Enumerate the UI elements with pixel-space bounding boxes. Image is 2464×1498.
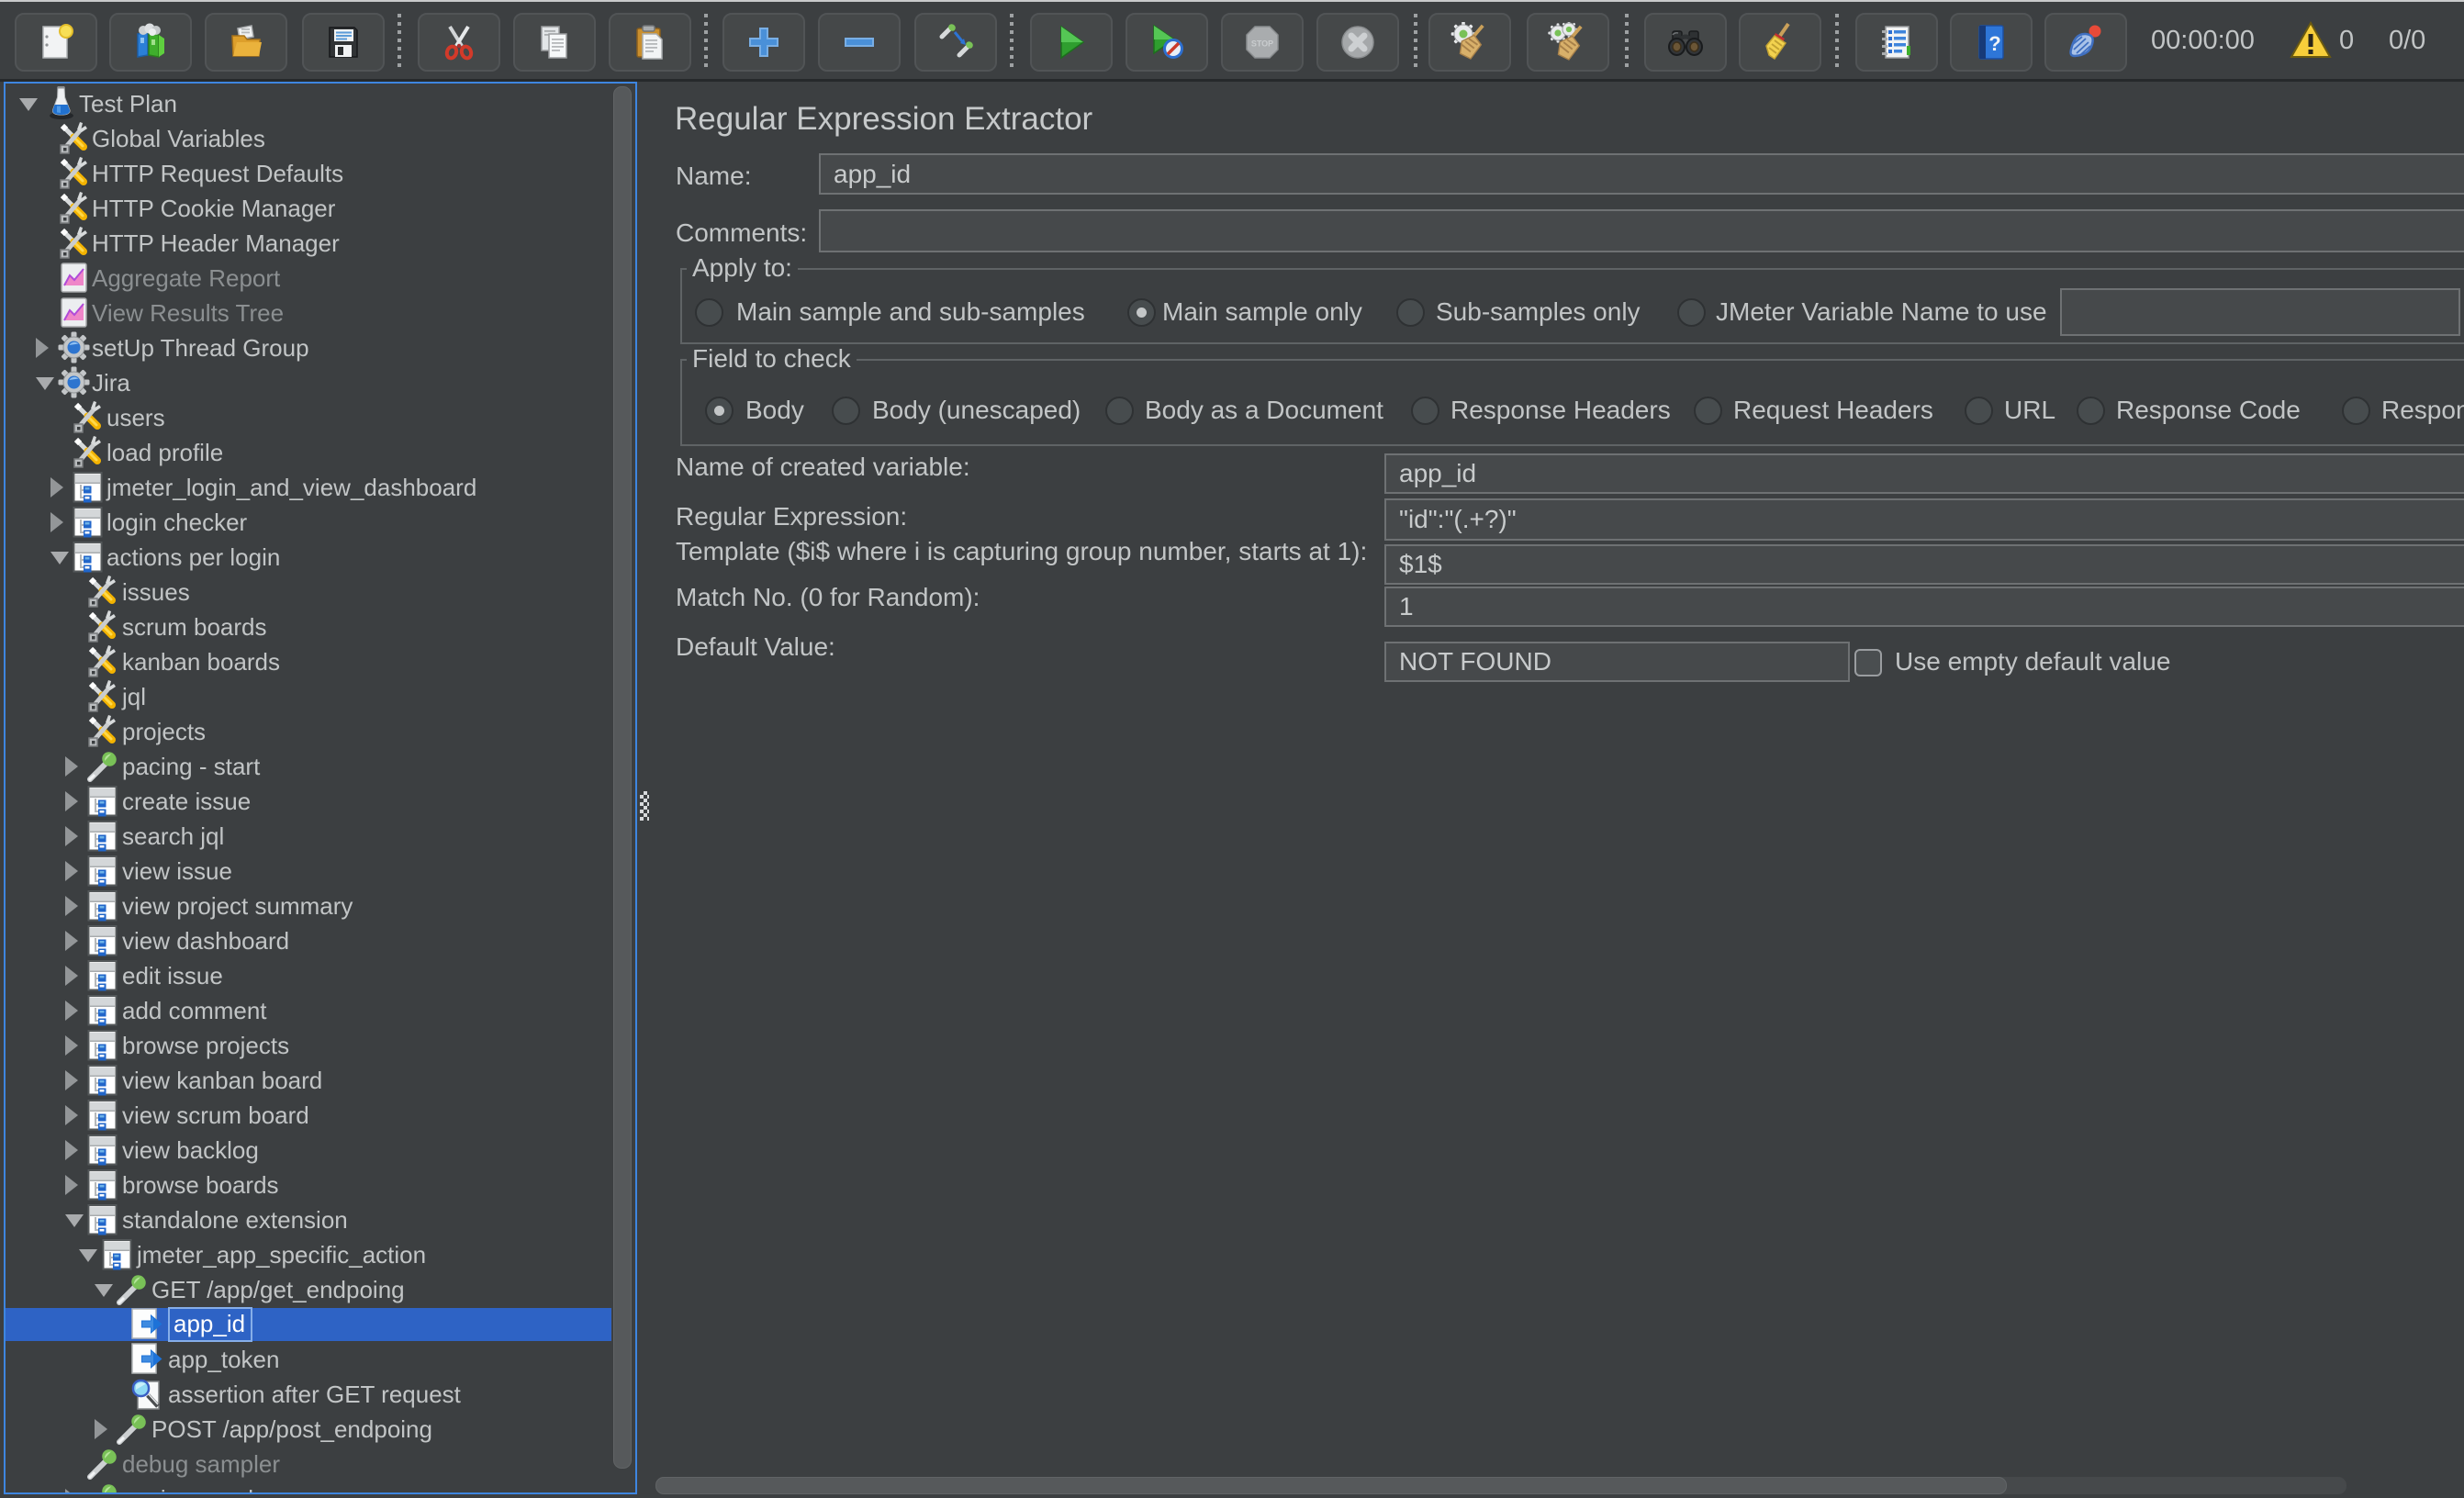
svg-text:?: ?	[1988, 32, 2000, 55]
svg-text:STOP: STOP	[1251, 39, 1273, 49]
